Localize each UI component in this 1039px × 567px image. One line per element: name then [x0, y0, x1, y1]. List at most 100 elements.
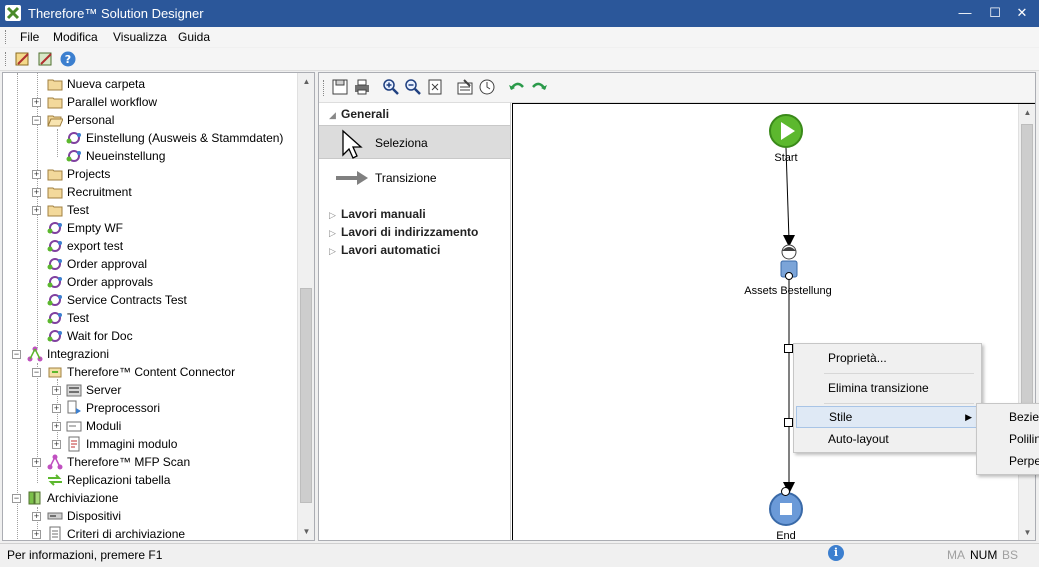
device-icon: [47, 508, 63, 524]
expand-toggle[interactable]: +: [32, 170, 41, 179]
expand-toggle[interactable]: +: [32, 530, 41, 539]
archive-policy-icon: [47, 526, 63, 540]
collapse-toggle[interactable]: −: [32, 116, 41, 125]
menu-guida[interactable]: Guida: [178, 29, 210, 45]
expand-triangle-icon: ▷: [329, 246, 336, 256]
menu-item-stile[interactable]: Stile ▶: [796, 406, 979, 428]
expand-triangle-icon: ▷: [329, 210, 336, 220]
folder-icon: [47, 184, 63, 200]
end-connector-dot: [781, 487, 790, 496]
submenu-item-perpendicolare[interactable]: Perpendicolare: [1009, 450, 1039, 472]
tool-palette: ◢ Generali Seleziona Transizione ▷ Lavori …: [319, 103, 511, 540]
svg-text:?: ?: [65, 53, 71, 66]
status-num: NUM: [970, 548, 998, 562]
undo-icon[interactable]: [508, 78, 528, 97]
scroll-thumb[interactable]: [300, 288, 312, 503]
canvas-scrollbar[interactable]: ▲ ▼: [1018, 104, 1035, 540]
end-node[interactable]: [769, 492, 803, 526]
task-node[interactable]: [776, 244, 802, 280]
workflow-designer: ◢ Generali Seleziona Transizione ▷ Lavori …: [318, 72, 1036, 541]
palette-item-transizione[interactable]: Transizione: [319, 161, 510, 195]
end-label: End: [776, 530, 796, 541]
preprocessor-icon: [66, 400, 82, 416]
zoom-in-icon[interactable]: [382, 78, 402, 97]
palette-group-lavori-automatici[interactable]: ▷ Lavori automatici: [329, 243, 440, 257]
transition-handle[interactable]: [784, 418, 793, 427]
expand-toggle[interactable]: +: [32, 188, 41, 197]
menu-item-elimina-transizione[interactable]: Elimina transizione: [796, 377, 979, 399]
wizard-icon[interactable]: [14, 50, 34, 69]
collapse-toggle[interactable]: −: [12, 494, 21, 503]
tools-icon[interactable]: [37, 50, 57, 69]
minimize-button[interactable]: —: [951, 2, 979, 24]
close-button[interactable]: ✕: [1008, 2, 1036, 24]
palette-item-seleziona[interactable]: Seleziona: [319, 125, 510, 159]
tree-scrollbar[interactable]: ▲ ▼: [297, 73, 314, 540]
menu-file[interactable]: File: [20, 29, 39, 45]
help-icon[interactable]: ?: [59, 50, 79, 69]
menu-visualizza[interactable]: Visualizza: [113, 29, 167, 45]
expand-toggle[interactable]: +: [52, 386, 61, 395]
expand-toggle[interactable]: +: [52, 404, 61, 413]
form-image-icon: [66, 436, 82, 452]
context-menu: Proprietà... Elimina transizione Stile ▶…: [793, 343, 982, 453]
expand-toggle[interactable]: +: [52, 440, 61, 449]
arrow-right-icon: [336, 171, 368, 185]
print-icon[interactable]: [353, 78, 373, 97]
folder-icon: [47, 94, 63, 110]
maximize-button[interactable]: ☐: [981, 2, 1009, 24]
start-label: Start: [774, 152, 798, 164]
expand-toggle[interactable]: +: [32, 206, 41, 215]
folder-icon: [47, 76, 63, 92]
submenu-item-bezier[interactable]: Bezier: [1009, 406, 1039, 428]
info-icon[interactable]: i: [828, 545, 844, 561]
menu-modifica[interactable]: Modifica: [53, 29, 98, 45]
designer-toolbar: [319, 73, 1035, 103]
workflow-icon: [47, 256, 63, 272]
palette-group-lavori-indirizzamento[interactable]: ▷ Lavori di indirizzamento: [329, 225, 478, 239]
expand-toggle[interactable]: +: [32, 512, 41, 521]
scroll-down-arrow[interactable]: ▼: [1019, 524, 1035, 540]
window-title: Therefore™ Solution Designer: [28, 6, 204, 21]
menu-item-proprieta[interactable]: Proprietà...: [796, 347, 979, 369]
submenu-item-polilinea[interactable]: Polilinea: [1009, 428, 1039, 450]
workflow-icon: [47, 328, 63, 344]
status-bar: Per informazioni, premere F1 MA NUM BS: [0, 543, 1039, 567]
connector-icon: [47, 364, 63, 380]
scroll-up-arrow[interactable]: ▲: [1019, 104, 1035, 121]
folder-icon: [47, 166, 63, 182]
workflow-canvas[interactable]: Start Assets Bestellung End ▲ ▼: [512, 103, 1035, 540]
menu-separator: [824, 403, 974, 404]
workflow-icon: [47, 274, 63, 290]
palette-group-lavori-manuali[interactable]: ▷ Lavori manuali: [329, 207, 426, 221]
menu-separator: [824, 373, 974, 374]
zoom-out-icon[interactable]: [404, 78, 424, 97]
submenu-arrow-icon: ▶: [965, 412, 972, 422]
server-icon: [66, 382, 82, 398]
collapse-toggle[interactable]: −: [32, 368, 41, 377]
palette-group-generali[interactable]: ◢ Generali: [329, 107, 389, 121]
fit-page-icon[interactable]: [426, 78, 446, 97]
workflow-icon: [66, 148, 82, 164]
redo-icon[interactable]: [530, 78, 550, 97]
scroll-down-arrow[interactable]: ▼: [298, 523, 314, 540]
collapse-toggle[interactable]: −: [12, 350, 21, 359]
workflow-icon: [47, 292, 63, 308]
workflow-diagram: [783, 147, 795, 494]
start-node[interactable]: [769, 114, 803, 148]
expand-toggle[interactable]: +: [32, 458, 41, 467]
menu-item-auto-layout[interactable]: Auto-layout: [796, 428, 979, 450]
solution-tree[interactable]: Nueva carpeta + Parallel workflow − Pers…: [2, 72, 315, 541]
title-bar: Therefore™ Solution Designer — ☐ ✕: [0, 0, 1039, 27]
clock-icon[interactable]: [478, 78, 498, 97]
scroll-thumb[interactable]: [1021, 124, 1033, 424]
expand-toggle[interactable]: +: [52, 422, 61, 431]
collapse-triangle-icon: ◢: [329, 110, 336, 120]
properties-icon[interactable]: [456, 78, 476, 97]
transition-handle[interactable]: [784, 344, 793, 353]
workflow-icon: [47, 310, 63, 326]
scroll-up-arrow[interactable]: ▲: [298, 73, 314, 90]
expand-toggle[interactable]: +: [32, 98, 41, 107]
task-label: Assets Bestellung: [744, 285, 832, 297]
save-icon[interactable]: [331, 78, 351, 97]
